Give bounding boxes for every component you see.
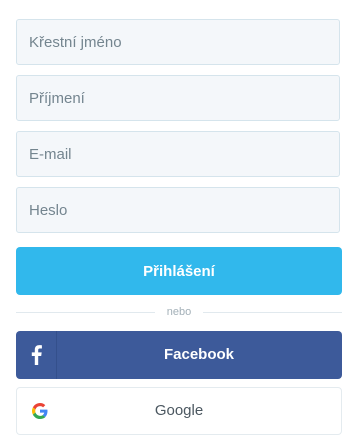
divider-line-left [16,311,155,313]
login-button[interactable]: Přihlášení [16,247,342,295]
first-name-field[interactable] [16,19,340,65]
divider-line-right [203,311,343,313]
email-field[interactable] [16,131,340,177]
facebook-button-label: Facebook [163,346,235,363]
google-button-label: Google [154,402,204,419]
facebook-icon [16,331,57,379]
divider-text: nebo [166,306,192,318]
google-login-button[interactable]: Google [16,387,342,435]
signup-form: Přihlášení nebo Facebook Google [0,0,364,436]
facebook-login-button[interactable]: Facebook [16,331,342,379]
or-divider: nebo [16,304,343,320]
last-name-field[interactable] [16,75,340,121]
password-field[interactable] [16,187,340,233]
